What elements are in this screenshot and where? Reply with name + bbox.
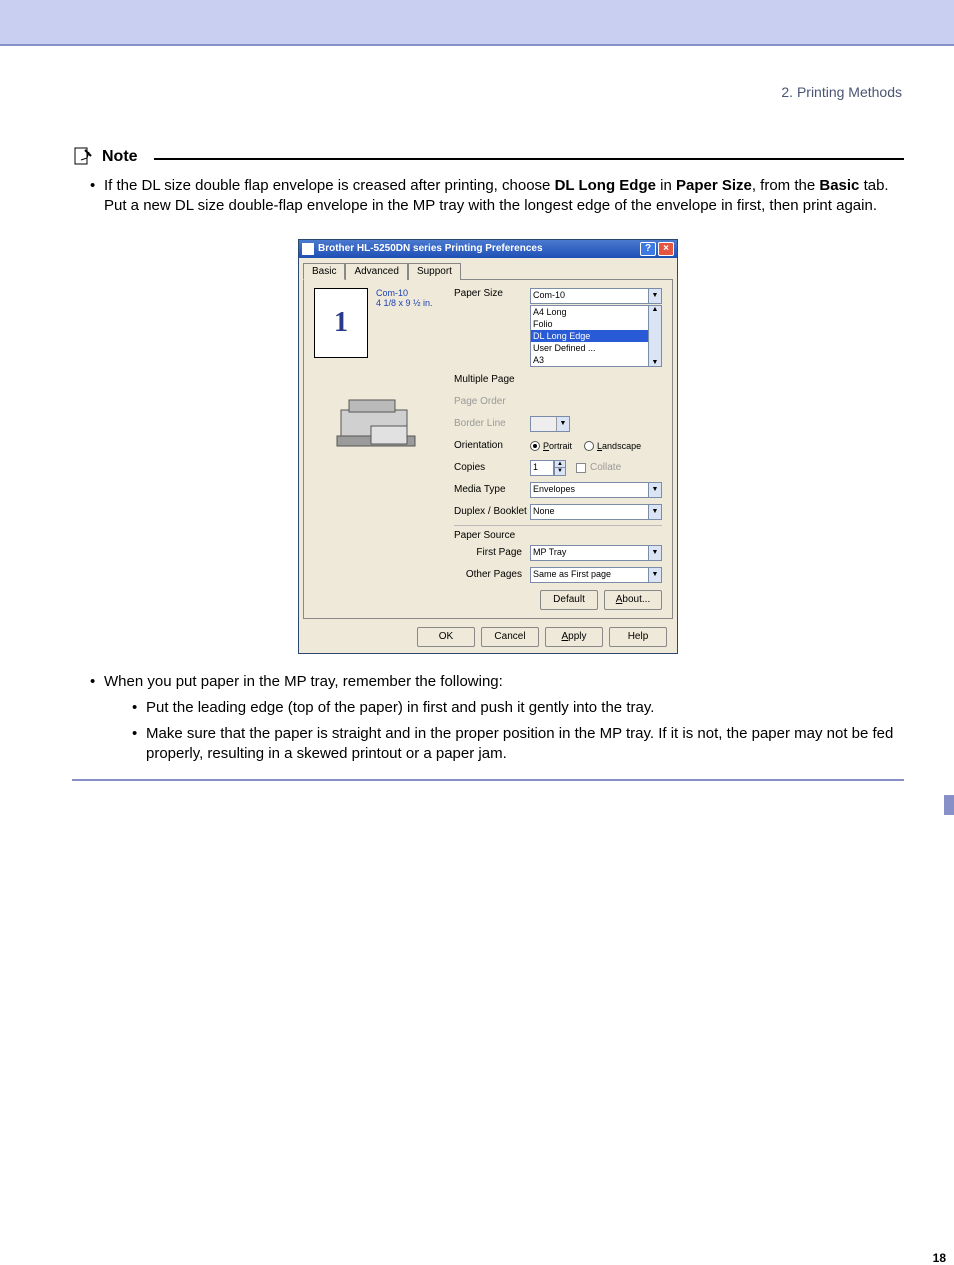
ok-button[interactable]: OK [417,627,475,647]
sub-bullet-2: Make sure that the paper is straight and… [132,724,898,765]
page-tab-mark [944,795,954,815]
default-button[interactable]: Default [540,590,598,610]
dialog-titlebar: Brother HL-5250DN series Printing Prefer… [299,240,677,258]
list-item[interactable]: A3 [531,354,661,366]
close-icon[interactable]: × [658,242,674,256]
app-icon [302,243,314,255]
label-paper-size: Paper Size [454,288,530,299]
radio-landscape[interactable]: Landscape [584,441,641,451]
cancel-button[interactable]: Cancel [481,627,539,647]
label-collate: Collate [590,462,621,473]
label-page-order: Page Order [454,396,530,407]
copies-spinner[interactable]: ▲▼ [554,460,566,476]
printing-preferences-dialog: Brother HL-5250DN series Printing Prefer… [298,239,678,654]
bullet-mp-tray: When you put paper in the MP tray, remem… [90,672,898,765]
help-icon[interactable]: ? [640,242,656,256]
page-preview: 1 [314,288,368,358]
media-type-combo[interactable]: Envelopes ▼ [530,482,662,498]
about-button[interactable]: About... [604,590,662,610]
note-bullet-1: If the DL size double flap envelope is c… [90,176,898,217]
paper-size-list[interactable]: A4 Long Folio DL Long Edge User Defined … [530,305,662,367]
label-first-page: First Page [454,547,530,558]
copies-input[interactable]: 1 [530,460,554,476]
top-banner [0,0,954,46]
preview-paper-name: Com-10 [376,288,433,299]
chevron-down-icon[interactable]: ▼ [648,568,661,582]
label-border-line: Border Line [454,418,530,429]
radio-portrait[interactable]: Portrait [530,441,572,451]
tab-advanced[interactable]: Advanced [345,263,407,280]
tab-support[interactable]: Support [408,263,461,280]
duplex-combo[interactable]: None ▼ [530,504,662,520]
chevron-down-icon[interactable]: ▼ [648,546,661,560]
collate-checkbox [576,463,586,473]
label-copies: Copies [454,462,530,473]
paper-size-combo[interactable]: Com-10 ▼ [530,288,662,304]
dialog-title: Brother HL-5250DN series Printing Prefer… [318,243,543,254]
list-item[interactable]: User Defined ... [531,342,661,354]
label-orientation: Orientation [454,440,530,451]
chevron-down-icon[interactable]: ▼ [648,505,661,519]
scrollbar[interactable]: ▲▼ [648,306,661,366]
label-paper-source: Paper Source [454,530,662,541]
label-duplex: Duplex / Booklet [454,506,530,517]
label-other-pages: Other Pages [454,569,530,580]
apply-button[interactable]: Apply [545,627,603,647]
label-multiple-page: Multiple Page [454,374,530,385]
other-pages-combo[interactable]: Same as First page ▼ [530,567,662,583]
chevron-down-icon[interactable]: ▼ [648,289,661,303]
preview-paper-size: 4 1/8 x 9 ½ in. [376,298,433,309]
note-rule [154,158,904,160]
printer-image [331,386,427,456]
sub-bullet-1: Put the leading edge (top of the paper) … [132,698,898,718]
list-item[interactable]: Folio [531,318,661,330]
help-button[interactable]: Help [609,627,667,647]
bottom-rule [72,779,904,781]
page-number: 18 [0,811,954,1265]
first-page-combo[interactable]: MP Tray ▼ [530,545,662,561]
border-line-combo: ▼ [530,416,570,432]
label-media-type: Media Type [454,484,530,495]
chevron-down-icon[interactable]: ▼ [648,483,661,497]
list-item[interactable]: A4 Long [531,306,661,318]
note-icon [72,146,94,168]
list-item[interactable]: DL Long Edge [531,330,661,342]
breadcrumb: 2. Printing Methods [72,84,904,100]
tab-basic[interactable]: Basic [303,263,345,280]
note-heading: Note [102,148,138,166]
